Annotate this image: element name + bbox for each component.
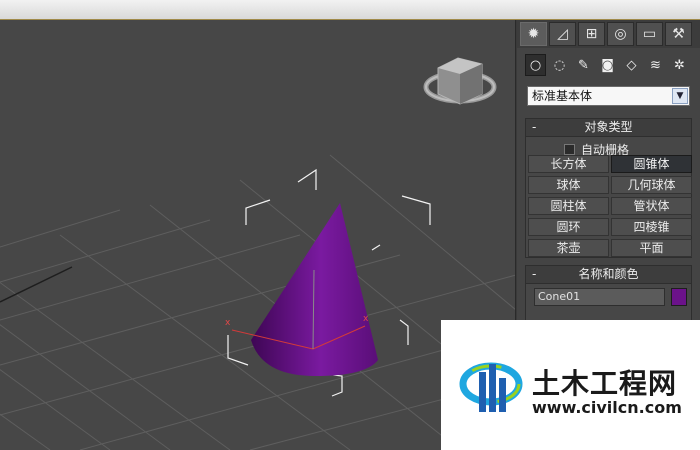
geometry-type-dropdown[interactable]: 标准基本体 ▼ <box>527 86 690 106</box>
chevron-down-icon[interactable]: ▼ <box>672 88 688 104</box>
object-color-swatch[interactable] <box>671 288 687 306</box>
motion-icon: ◎ <box>614 26 627 42</box>
pyramid-button[interactable]: 四棱锥 <box>611 218 692 236</box>
category-systems[interactable]: ✲ <box>669 54 690 76</box>
tab-display[interactable]: ▭ <box>636 22 663 46</box>
plane-button[interactable]: 平面 <box>611 239 692 257</box>
category-geometry[interactable]: ○ <box>525 54 546 76</box>
tab-hierarchy[interactable]: ⊞ <box>578 22 605 46</box>
category-shapes[interactable]: ◌ <box>549 54 570 76</box>
dropdown-selected-value: 标准基本体 <box>532 89 593 103</box>
object-type-rollout: - 对象类型 自动栅格 长方体 圆锥体 球体 几何球体 圆柱体 管状体 圆环 四… <box>525 118 692 258</box>
tab-create[interactable]: ✹ <box>520 22 547 46</box>
site-watermark: 土木工程网 www.civilcn.com <box>441 320 700 450</box>
name-color-rollout: - 名称和颜色 Cone01 <box>525 265 692 325</box>
space-warps-icon: ≋ <box>650 57 661 73</box>
geometry-sphere-icon: ○ <box>529 57 542 73</box>
cone-button[interactable]: 圆锥体 <box>611 155 692 173</box>
category-lights[interactable]: ✎ <box>573 54 594 76</box>
svg-text:x: x <box>225 318 231 328</box>
svg-text:x: x <box>363 314 369 324</box>
viewcube-icon <box>423 57 497 105</box>
teapot-button[interactable]: 茶壶 <box>528 239 609 257</box>
viewport-scene: x x <box>0 57 515 450</box>
sun-create-icon: ✹ <box>527 26 540 42</box>
category-cameras[interactable]: ◙ <box>597 54 618 76</box>
utilities-hammer-icon: ⚒ <box>672 26 685 42</box>
cylinder-button[interactable]: 圆柱体 <box>528 197 609 215</box>
systems-icon: ✲ <box>674 57 685 73</box>
hierarchy-icon: ⊞ <box>585 26 598 42</box>
grid-center-line <box>0 266 73 303</box>
watermark-title: 土木工程网 <box>532 367 678 400</box>
cameras-icon: ◙ <box>601 57 614 73</box>
autogrid-checkbox[interactable] <box>564 143 575 155</box>
object-name-input[interactable]: Cone01 <box>534 288 665 306</box>
title-bar-strip <box>0 0 700 20</box>
object-type-header[interactable]: - 对象类型 <box>526 119 691 137</box>
home-grid <box>0 154 515 450</box>
collapse-icon[interactable]: - <box>532 266 536 283</box>
display-monitor-icon: ▭ <box>642 26 657 42</box>
box-button[interactable]: 长方体 <box>528 155 609 173</box>
object-type-title: 对象类型 <box>584 120 633 134</box>
watermark-url: www.civilcn.com <box>532 398 682 417</box>
create-category-bar: ○ ◌ ✎ ◙ ◇ ≋ ✲ <box>525 54 695 78</box>
tab-modify[interactable]: ◿ <box>549 22 576 46</box>
command-panel-tabs: ✹ ◿ ⊞ ◎ ▭ ⚒ <box>517 20 700 48</box>
category-space-warps[interactable]: ≋ <box>645 54 666 76</box>
site-logo-icon <box>459 362 523 412</box>
helpers-icon: ◇ <box>626 57 637 73</box>
tube-button[interactable]: 管状体 <box>611 197 692 215</box>
tab-motion[interactable]: ◎ <box>607 22 634 46</box>
name-color-title: 名称和颜色 <box>578 267 639 281</box>
torus-button[interactable]: 圆环 <box>528 218 609 236</box>
collapse-icon[interactable]: - <box>532 119 536 136</box>
sphere-button[interactable]: 球体 <box>528 176 609 194</box>
perspective-viewport[interactable]: x x <box>0 20 516 450</box>
geosphere-button[interactable]: 几何球体 <box>611 176 692 194</box>
modify-curve-icon: ◿ <box>557 26 568 42</box>
shapes-icon: ◌ <box>553 57 566 73</box>
tab-utilities[interactable]: ⚒ <box>665 22 692 46</box>
category-helpers[interactable]: ◇ <box>621 54 642 76</box>
name-color-header[interactable]: - 名称和颜色 <box>526 266 691 284</box>
lights-icon: ✎ <box>578 57 589 73</box>
